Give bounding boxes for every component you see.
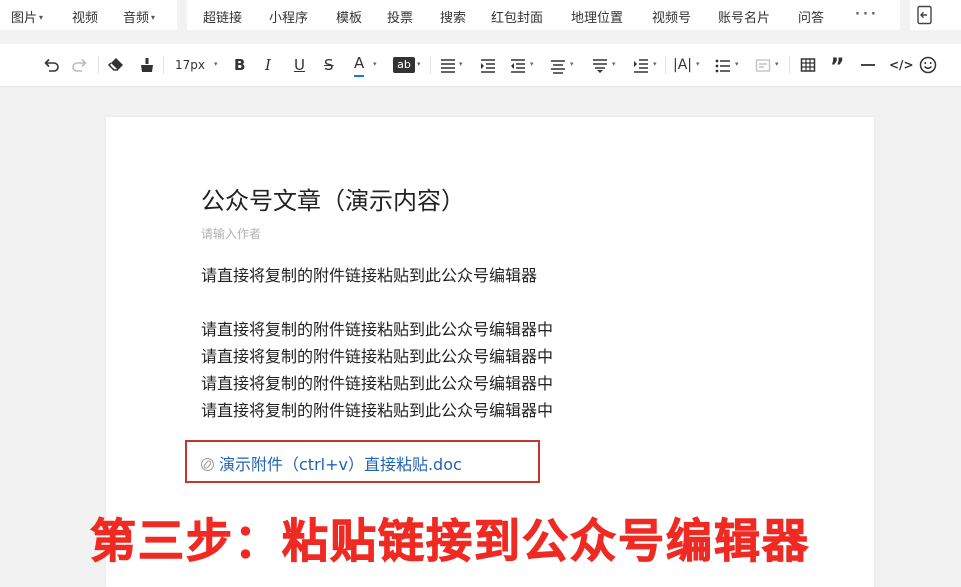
font-size-select[interactable]: 17px [175, 55, 205, 75]
toolbar-divider [163, 56, 164, 74]
code-icon[interactable]: </> [889, 55, 914, 75]
article-paragraph[interactable]: 请直接将复制的附件链接粘贴到此公众号编辑器 [201, 262, 537, 286]
step-caption: 第三步：粘贴链接到公众号编辑器 [90, 514, 810, 569]
article-paragraph[interactable]: 请直接将复制的附件链接粘贴到此公众号编辑器中 [201, 370, 553, 394]
menu-image[interactable]: 图片 ▾ [11, 7, 43, 26]
toolbar-divider [665, 56, 666, 74]
media-insert-group: 图片 ▾ 视频 音频 ▾ [0, 0, 177, 30]
caret-down-icon: ▾ [696, 60, 700, 68]
paragraph-spacing-icon[interactable] [592, 55, 608, 75]
eraser-icon[interactable] [107, 55, 125, 75]
caret-down-icon: ▾ [151, 13, 156, 22]
first-line-indent-icon[interactable] [633, 55, 649, 75]
article-paragraph[interactable]: 请直接将复制的附件链接粘贴到此公众号编辑器中 [201, 343, 553, 367]
table-icon[interactable] [800, 55, 816, 75]
article-paragraph[interactable]: 请直接将复制的附件链接粘贴到此公众号编辑器中 [201, 397, 553, 421]
menu-qa[interactable]: 问答 [798, 7, 824, 26]
caret-down-icon: ▾ [570, 60, 574, 68]
strikethrough-icon[interactable]: S [324, 55, 334, 75]
insert-tools-group: 超链接 小程序 模板 投票 搜索 红包封面 地理位置 视频号 账号名片 问答 ·… [187, 0, 900, 30]
format-painter-icon[interactable] [138, 55, 156, 75]
exit-panel-icon[interactable] [916, 5, 934, 29]
line-spacing-icon[interactable] [550, 55, 566, 75]
italic-icon[interactable]: I [265, 55, 271, 75]
attachment-clip-icon [201, 458, 214, 471]
redo-icon[interactable] [71, 55, 89, 75]
divider-icon[interactable] [860, 55, 876, 75]
letter-spacing-icon[interactable]: |A| [673, 55, 692, 75]
emoji-icon[interactable] [919, 55, 937, 75]
list-icon[interactable] [715, 55, 731, 75]
menu-audio[interactable]: 音频 ▾ [123, 7, 155, 26]
font-color-icon[interactable]: A [354, 55, 365, 77]
border-icon[interactable] [755, 55, 771, 75]
article-paragraph[interactable]: 请直接将复制的附件链接粘贴到此公众号编辑器中 [201, 316, 553, 340]
menu-red-packet-cover[interactable]: 红包封面 [491, 7, 543, 26]
menu-hyperlink[interactable]: 超链接 [203, 7, 242, 26]
undo-icon[interactable] [42, 55, 60, 75]
caret-down-icon: ▾ [530, 60, 534, 68]
caret-down-icon: ▾ [459, 60, 463, 68]
indent-icon[interactable] [480, 55, 496, 75]
caret-down-icon: ▾ [417, 60, 421, 68]
menu-account-card[interactable]: 账号名片 [718, 7, 770, 26]
caret-down-icon: ▾ [653, 60, 657, 68]
attachment-link[interactable]: 演示附件（ctrl+v）直接粘贴.doc [201, 451, 462, 475]
bold-icon[interactable]: B [234, 55, 245, 75]
align-icon[interactable] [440, 55, 456, 75]
more-dots-icon[interactable]: ··· [855, 7, 879, 22]
caret-down-icon: ▾ [373, 60, 377, 68]
menu-channels[interactable]: 视频号 [652, 7, 691, 26]
menu-mini-program[interactable]: 小程序 [269, 7, 308, 26]
side-panel-group [910, 0, 961, 30]
menu-location[interactable]: 地理位置 [571, 7, 623, 26]
menu-search[interactable]: 搜索 [440, 7, 466, 26]
caret-down-icon: ▾ [735, 60, 739, 68]
author-input[interactable]: 请输入作者 [201, 225, 261, 242]
menu-vote[interactable]: 投票 [387, 7, 413, 26]
menu-video[interactable]: 视频 [72, 7, 98, 26]
highlight-icon[interactable]: ab [393, 57, 415, 73]
format-toolbar: 17px ▾ B I U S A ▾ ab ▾ ▾ ▾ ▾ ▾ ▾ |A| ▾ … [0, 44, 961, 87]
caret-down-icon: ▾ [775, 60, 779, 68]
toolbar-divider [98, 56, 99, 74]
quote-icon[interactable]: ” [830, 55, 844, 80]
toolbar-divider [430, 56, 431, 74]
caret-down-icon: ▾ [39, 13, 44, 22]
caret-down-icon: ▾ [214, 60, 218, 68]
underline-icon[interactable]: U [294, 55, 305, 75]
menu-template[interactable]: 模板 [336, 7, 362, 26]
outdent-icon[interactable] [510, 55, 526, 75]
top-menu-bar: 图片 ▾ 视频 音频 ▾ 超链接 小程序 模板 投票 搜索 红包封面 地理位置 视频… [0, 0, 961, 32]
caret-down-icon: ▾ [612, 60, 616, 68]
article-title[interactable]: 公众号文章（演示内容） [201, 181, 465, 216]
toolbar-divider [789, 56, 790, 74]
